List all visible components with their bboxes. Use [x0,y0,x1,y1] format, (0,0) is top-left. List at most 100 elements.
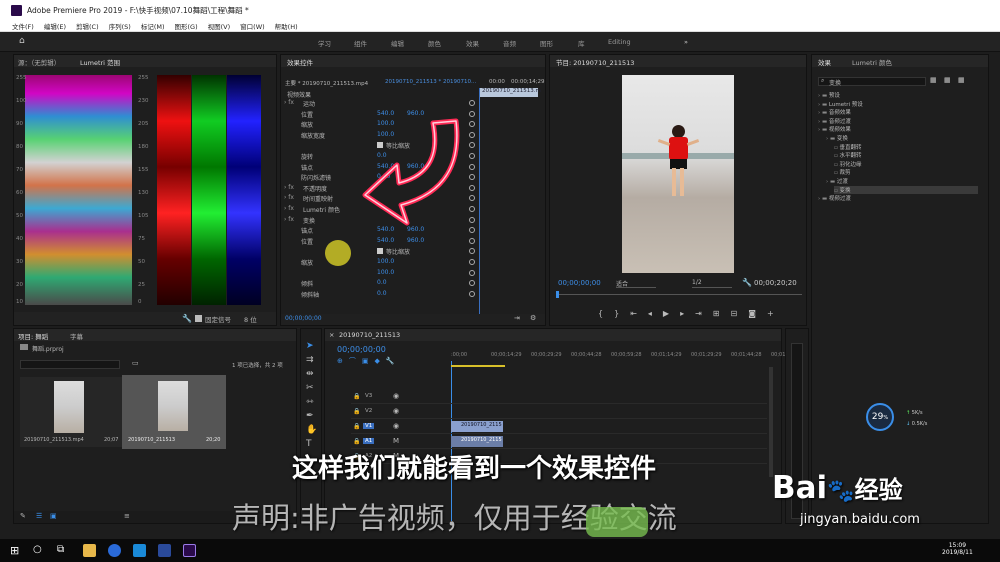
effects-search-input[interactable]: 变换 [818,77,926,87]
menu-window[interactable]: 窗口(W) [240,21,265,31]
quality-select[interactable]: 1/2 [692,279,732,288]
export-frame-icon[interactable]: ◙ [748,309,756,318]
track-select-icon[interactable]: ⇉ [306,353,317,367]
effects-tree-item[interactable]: ▫ 垂直翻转 [834,143,862,151]
mark-in-icon[interactable]: { [598,309,603,318]
reset-icon[interactable] [469,290,475,297]
master-clip-label[interactable]: 主要 * 20190710_211513.mp4 [285,79,368,87]
close-icon[interactable]: × [329,331,334,339]
list-view-icon[interactable]: ☰ [36,512,42,520]
add-button-icon[interactable]: + [767,309,774,318]
lock-icon[interactable]: ✎ [20,512,26,520]
uniform-scale-checkbox[interactable] [377,248,383,255]
track-target[interactable]: A1 [363,438,375,444]
menu-file[interactable]: 文件(F) [12,21,34,31]
menu-edit[interactable]: 编辑(E) [44,21,66,31]
effect-row[interactable]: 位置 540.0 960.0 [285,237,475,247]
tab-effects[interactable]: 效果 [818,57,831,67]
step-back-icon[interactable]: ◂ [648,309,652,318]
eye-icon[interactable]: ◉ [393,392,399,400]
effects-tree-item[interactable]: ▫ 裁剪 [834,168,851,176]
effect-row[interactable]: 等比缩放 [285,247,475,257]
track-row[interactable]: 🔒 V2 ◉ [351,406,767,419]
effect-value[interactable]: 100.0 [377,269,394,276]
workspace-editing[interactable]: 编辑 [391,38,404,48]
mark-out-icon[interactable]: } [614,309,619,318]
tab-sequence[interactable]: 20190710_211513 [339,331,400,339]
effects-tree-item[interactable]: › ▬ 预设 [818,91,840,99]
clamp-checkbox[interactable] [195,315,202,322]
reset-icon[interactable] [469,259,475,265]
fx-icon[interactable]: › fx [284,99,294,106]
effects-tree-item[interactable]: › ▬ Lumetri 预设 [818,100,863,108]
fx-icon[interactable]: › fx [284,205,294,212]
reset-icon[interactable] [469,280,475,287]
tab-lumetri-scopes[interactable]: Lumetri 范围 [80,57,120,67]
menu-view[interactable]: 视图(V) [208,21,231,31]
project-search-input[interactable] [20,360,120,369]
lock-icon[interactable]: 🔒 [353,438,360,445]
go-to-in-icon[interactable]: ⇤ [630,309,637,318]
program-scrubber[interactable] [556,294,802,295]
reset-icon[interactable] [469,248,475,255]
browser-icon[interactable] [108,544,121,557]
menu-help[interactable]: 帮助(H) [275,21,298,31]
app-icon[interactable] [158,544,171,557]
effect-value[interactable]: 540.0 [377,237,394,244]
lock-icon[interactable]: 🔒 [353,423,360,430]
fx-icon[interactable]: › fx [284,184,294,191]
effect-row[interactable]: 倾斜 0.0 [285,279,475,289]
workspace-assembly[interactable]: 组件 [354,38,367,48]
selection-tool-icon[interactable]: ➤ [306,339,317,353]
timeline-timecode[interactable]: 00;00;00;00 [337,345,386,354]
timeline-tool-icons[interactable]: ⊕⌒▣◆🔧 [337,356,401,366]
windows-start-icon[interactable]: ⊞ [10,544,19,557]
menu-clip[interactable]: 剪辑(C) [76,21,99,31]
settings-icon[interactable]: ⚙ [530,314,536,322]
ec-timecode[interactable]: 00;00;00;00 [285,315,322,322]
effects-tree-item[interactable]: ▫ 羽化边缘 [834,160,862,168]
accelerated-effects-icon[interactable]: ▦ [930,76,937,84]
effects-tree-item[interactable]: ▫ 变换 [834,185,978,194]
task-view-icon[interactable]: ⧉ [57,544,64,555]
sequence-clip-label[interactable]: 20190710_211513 * 20190710... [385,79,476,85]
project-item[interactable]: 20190710_211513 20;20 [122,375,226,449]
effects-tree-item[interactable]: › ▬ 视频过渡 [818,194,851,202]
tab-lumetri-color[interactable]: Lumetri 颜色 [852,57,892,67]
menu-graphics[interactable]: 图形(G) [175,21,198,31]
ec-clip-bar[interactable]: 20190710_211513.m [480,88,541,97]
tab-captions[interactable]: 字幕 [70,331,83,341]
effects-tree-item[interactable]: › ▬ 变换 [826,134,848,142]
effects-tree-item[interactable]: ▫ 水平翻转 [834,151,862,159]
track-row[interactable]: 🔒 V1 ◉ [351,421,767,434]
workspace-audio[interactable]: 音频 [503,38,516,48]
insert-icon[interactable]: ⊞ [713,309,720,318]
lock-icon[interactable]: 🔒 [353,393,360,400]
fit-select[interactable]: 适合 [616,279,656,288]
tab-program[interactable]: 节目: 20190710_211513 [556,57,634,67]
effects-tree-item[interactable]: › ▬ 视频效果 [818,125,851,133]
tab-source[interactable]: 源：（无剪辑） [18,57,60,67]
workspace-libraries[interactable]: 库 [578,38,585,48]
track-target[interactable]: V2 [363,408,374,414]
effects-tree-item[interactable]: › ▬ 音频效果 [818,108,851,116]
work-area-bar[interactable] [451,365,505,367]
workspace-effects[interactable]: 效果 [466,38,479,48]
step-forward-icon[interactable]: ▸ [680,309,684,318]
slip-tool-icon[interactable]: ⇿ [306,395,317,409]
fx-icon[interactable]: › fx [284,216,294,223]
menu-marker[interactable]: 标记(M) [141,21,165,31]
hand-tool-icon[interactable]: ✋ [306,423,317,437]
tab-effect-controls[interactable]: 效果控件 [287,57,313,67]
reset-icon[interactable] [469,269,475,276]
workspace-color[interactable]: 颜色 [428,38,441,48]
workspace-learn[interactable]: 学习 [318,38,331,48]
pen-tool-icon[interactable]: ✒ [306,409,317,423]
effect-row[interactable]: › fx 运动 [284,99,475,109]
file-explorer-icon[interactable] [83,544,96,557]
ec-playhead[interactable] [479,88,480,318]
export-frame-icon[interactable]: ⇥ [514,314,520,322]
video-clip[interactable]: 20190710_2115 [451,421,503,432]
sort-icon[interactable]: ≡ [124,512,130,520]
track-row[interactable]: 🔒 V3 ◉ [351,391,767,404]
